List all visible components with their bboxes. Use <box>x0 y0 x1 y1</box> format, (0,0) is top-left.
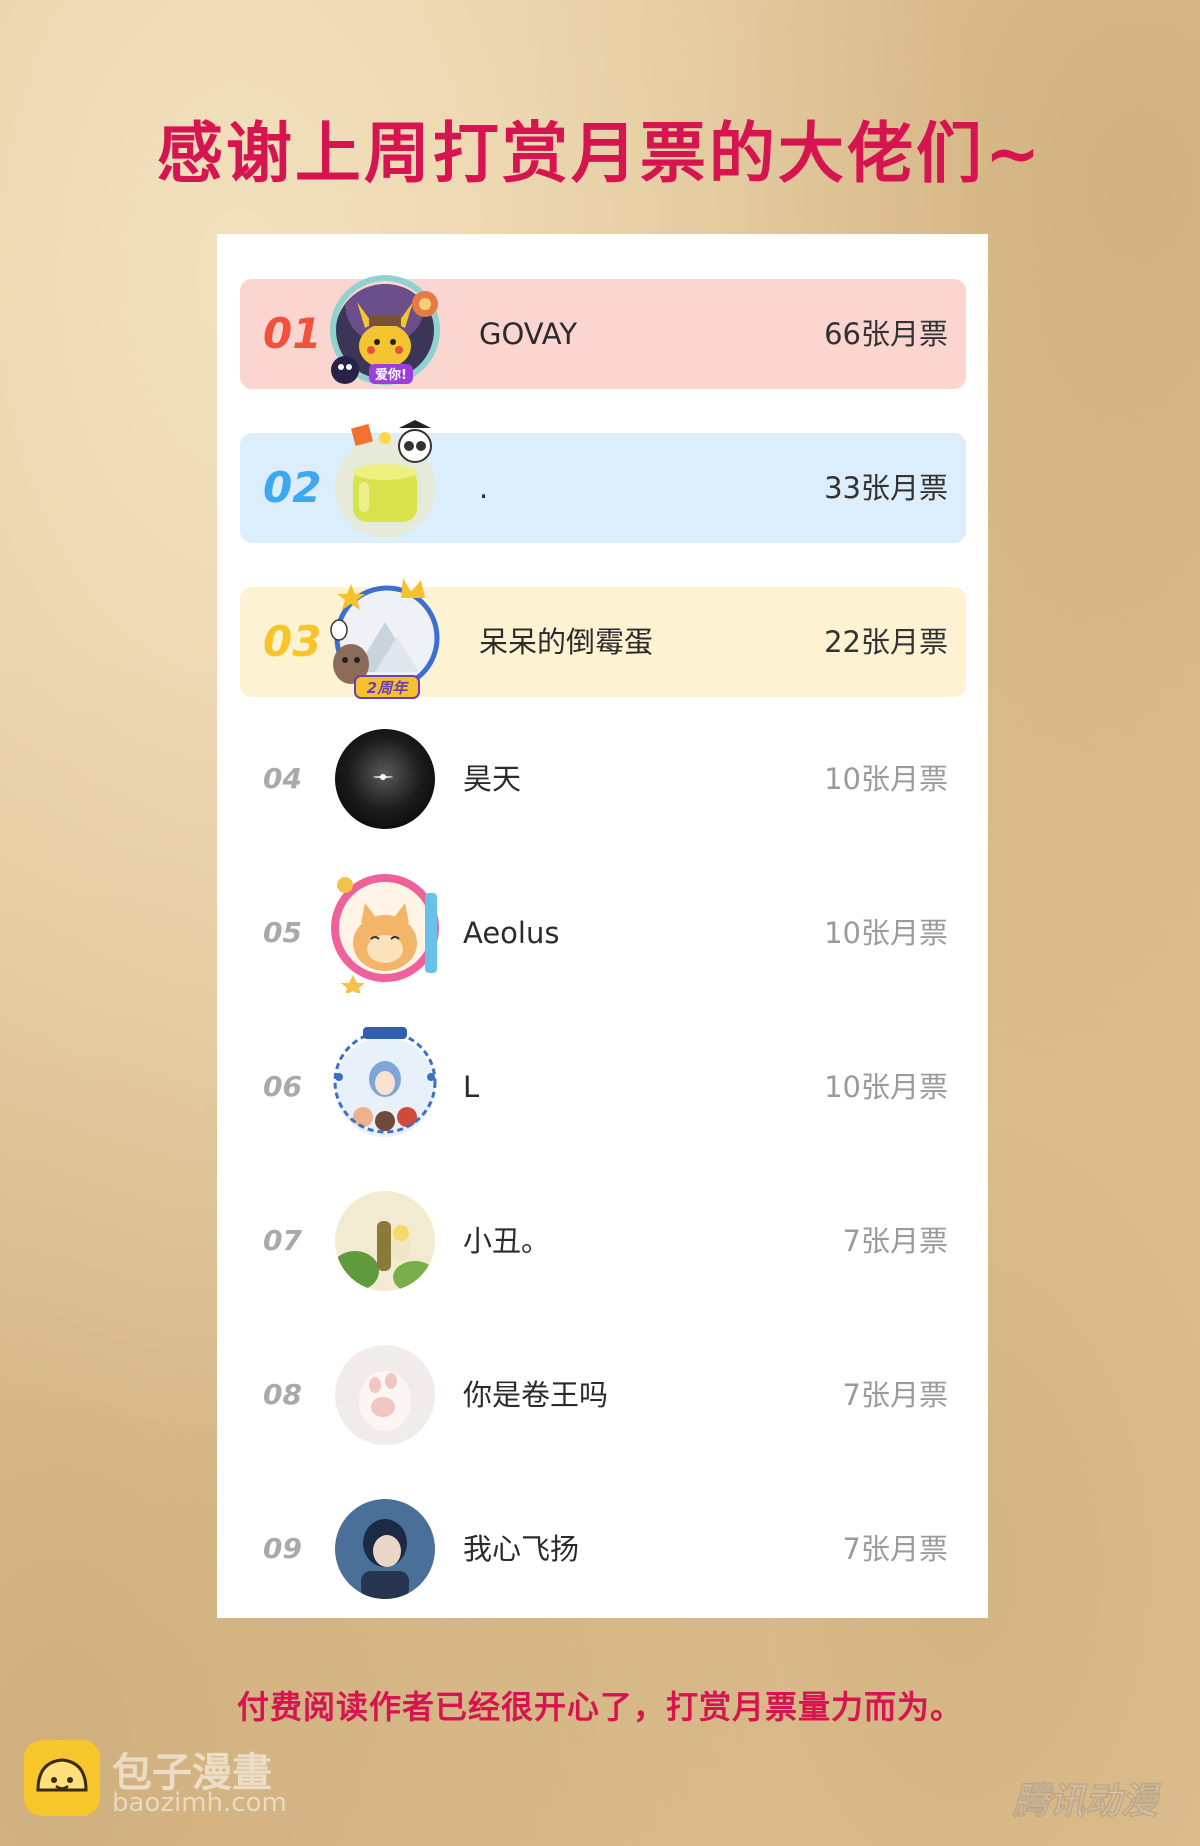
ranking-row-3[interactable]: 03 2周年 呆呆的倒霉蛋 22张月票 <box>217 578 988 699</box>
vote-count: 33张月票 <box>824 471 948 505</box>
rank-number: 06 <box>263 1070 302 1103</box>
rank-number: 05 <box>263 916 302 949</box>
anime-boy-avatar[interactable] <box>335 1499 435 1599</box>
vote-count: 22张月票 <box>824 625 948 659</box>
bun-logo-icon <box>24 1740 100 1816</box>
owl-graduate-frame-icon <box>325 418 445 548</box>
username: L <box>463 1070 480 1104</box>
vote-count: 66张月票 <box>824 317 948 351</box>
username: 昊天 <box>463 762 522 796</box>
rank-number: 08 <box>263 1378 302 1411</box>
ranking-row-2[interactable]: 02 . 33张月票 <box>217 420 988 543</box>
username: 你是卷王吗 <box>463 1378 609 1412</box>
footer-note: 付费阅读作者已经很开心了，打赏月票量力而为。 <box>236 1688 963 1726</box>
ranking-row-4[interactable]: 04 昊天 10张月票 <box>217 724 988 834</box>
ranking-panel: 01 爱你! GOVAY 66张月票 02 . 33张月票 03 2周年 呆呆的… <box>217 234 988 1618</box>
rank-number: 09 <box>263 1532 302 1565</box>
vote-count: 7张月票 <box>842 1224 948 1258</box>
username: 呆呆的倒霉蛋 <box>479 625 654 659</box>
ranking-row-5[interactable]: 05 Aeolus 10张月票 <box>217 874 988 995</box>
vote-count: 7张月票 <box>842 1378 948 1412</box>
ranking-row-9[interactable]: 09 我心飞扬 7张月票 <box>217 1494 988 1604</box>
watermark-domain: baozimh.com <box>112 1788 287 1818</box>
username: GOVAY <box>479 317 578 351</box>
vote-count: 10张月票 <box>824 1070 948 1104</box>
ranking-row-8[interactable]: 08 你是卷王吗 7张月票 <box>217 1340 988 1450</box>
vote-count: 10张月票 <box>824 762 948 796</box>
page-title: 感谢上周打赏月票的大佬们~ <box>156 115 1044 192</box>
rank-number: 02 <box>263 463 322 512</box>
dark-sphere-avatar[interactable] <box>335 729 435 829</box>
blue-badge-frame-icon <box>325 1017 445 1147</box>
username: 我心飞扬 <box>463 1532 580 1566</box>
vote-count: 10张月票 <box>824 916 948 950</box>
frame-badge-text: 2周年 <box>367 679 409 697</box>
crown-star-frame-icon: 2周年 <box>325 572 445 702</box>
jungle-scene-avatar[interactable] <box>335 1191 435 1291</box>
username: 小丑。 <box>463 1224 551 1258</box>
watermark-logo: 包子漫畫 baozimh.com <box>24 1740 324 1820</box>
username: Aeolus <box>463 916 560 950</box>
rank-number: 04 <box>263 762 302 795</box>
rank-number: 03 <box>263 617 322 666</box>
ranking-row-6[interactable]: 06 L 10张月票 <box>217 1027 988 1142</box>
username: . <box>479 471 489 505</box>
ranking-row-7[interactable]: 07 小丑。 7张月票 <box>217 1186 988 1296</box>
cat-bell-frame-icon: 爱你! <box>325 264 445 394</box>
rank-number: 01 <box>263 309 322 358</box>
rank-number: 07 <box>263 1224 302 1257</box>
corner-logo-text: 腾讯动漫 <box>1012 1781 1161 1822</box>
cat-paw-avatar[interactable] <box>335 1345 435 1445</box>
frame-badge-text: 爱你! <box>375 367 407 383</box>
vote-count: 7张月票 <box>842 1532 948 1566</box>
pink-ring-frame-icon <box>325 863 445 995</box>
ranking-row-1[interactable]: 01 爱你! GOVAY 66张月票 <box>217 275 988 389</box>
tencent-comics-logo: 腾讯动漫 <box>990 1775 1180 1825</box>
